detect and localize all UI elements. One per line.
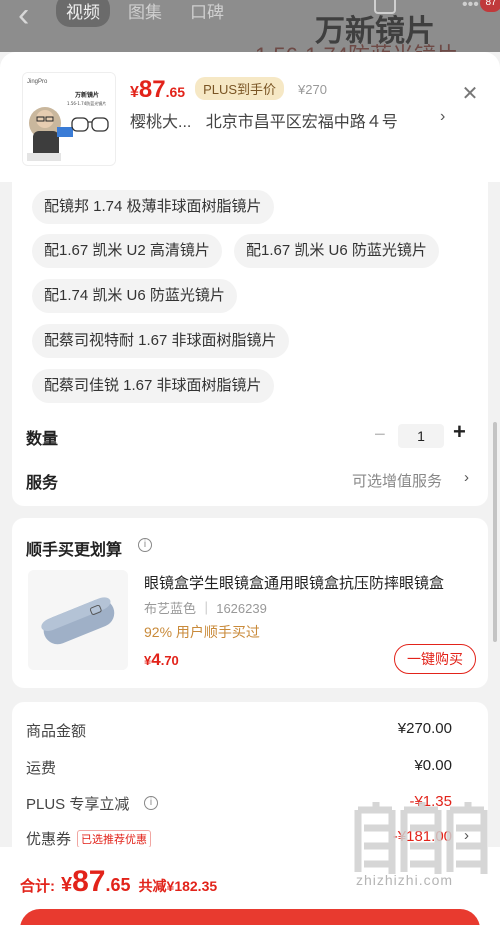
watermark-logo [354, 802, 488, 874]
quantity-label: 数量 [26, 431, 59, 448]
addon-title: 顺手买更划算 [26, 542, 123, 559]
spec-option[interactable]: 配1.74 凯米 U6 防蓝光镜片 [32, 279, 237, 313]
info-icon[interactable]: i [138, 538, 152, 552]
addon-price-decimal: .70 [160, 653, 179, 668]
service-chevron-icon[interactable]: › [464, 469, 469, 486]
goods-amount-value: ¥270.00 [397, 720, 452, 737]
thumb-subtitle: 1.56-1.74防蓝光镜片 [67, 100, 106, 106]
price-row: ¥ 87 .65 PLUS到手价 ¥270 [130, 76, 327, 104]
address-text: 北京市昌平区宏福中路４号 [205, 114, 398, 131]
plus-price-tag: PLUS到手价 [195, 77, 285, 100]
addon-card: 顺手买更划算 i 眼镜盒学生眼镜盒通用眼镜盒抗压防摔眼镜盒 布艺蓝色 ｜ 162… [12, 518, 488, 688]
spec-option[interactable]: 配1.67 凯米 U2 高清镜片 [32, 234, 222, 268]
service-value[interactable]: 可选增值服务 [352, 470, 442, 491]
shop-name: 樱桃大... [130, 114, 192, 131]
price-decimal: .65 [165, 84, 186, 100]
total-decimal: .65 [105, 875, 131, 895]
price-symbol: ¥ [130, 84, 139, 101]
cart-badge: 87 [480, 0, 500, 12]
scrollbar[interactable] [493, 422, 497, 642]
addon-product-name[interactable]: 眼镜盒学生眼镜盒通用眼镜盒抗压防摔眼镜盒 [144, 572, 474, 593]
one-click-buy-button[interactable]: 一键购买 [394, 644, 476, 674]
back-chevron-icon[interactable]: ‹ [18, 0, 29, 35]
tab-video[interactable]: 视频 [56, 0, 110, 27]
glasses-product-image: JingPro 万新镜片 1.56-1.74防蓝光镜片 [23, 73, 115, 165]
spec-option[interactable]: 配1.67 凯米 U6 防蓝光镜片 [234, 234, 439, 268]
media-tabs: 视频 图集 口碑 [56, 0, 234, 27]
shipping-label: 运费 [26, 760, 57, 777]
delivery-address[interactable]: 樱桃大... 北京市昌平区宏福中路４号 [130, 108, 398, 132]
quantity-input[interactable]: 1 [398, 424, 444, 448]
quantity-minus-button[interactable]: − [374, 424, 386, 447]
addon-spec: 布艺蓝色 ｜ 1626239 [144, 601, 267, 616]
close-icon[interactable]: ✕ [456, 80, 484, 108]
spec-options-card: 配镜邦 1.74 极薄非球面树脂镜片 配1.67 凯米 U2 高清镜片 配1.6… [12, 182, 488, 506]
total-integer: 87 [72, 865, 106, 898]
total-saved: 共减¥182.35 [138, 878, 218, 894]
total-symbol: ¥ [61, 874, 73, 896]
coupon-label: 优惠券 [26, 831, 72, 848]
coupon-row[interactable]: 优惠券 已选推荐优惠 [26, 828, 152, 849]
info-icon[interactable]: i [144, 796, 158, 810]
spec-option[interactable]: 配镜邦 1.74 极薄非球面树脂镜片 [32, 190, 274, 224]
spec-option[interactable]: 配蔡司视特耐 1.67 非球面树脂镜片 [32, 324, 289, 358]
product-thumbnail[interactable]: JingPro 万新镜片 1.56-1.74防蓝光镜片 [22, 72, 116, 166]
addon-product-image[interactable] [28, 570, 128, 670]
total-price: 合计: ¥ 87 .65 共减¥182.35 [20, 865, 217, 899]
goods-amount-label: 商品金额 [26, 723, 87, 740]
quantity-plus-button[interactable]: + [453, 419, 466, 445]
product-header: JingPro 万新镜片 1.56-1.74防蓝光镜片 ¥ 87 .65 PLU… [0, 52, 500, 182]
addon-promo: 92% 用户顺手买过 [144, 624, 260, 640]
addon-price: ¥4.70 [144, 650, 179, 670]
thumb-brand: JingPro [27, 79, 48, 85]
spec-option[interactable]: 配蔡司佳锐 1.67 非球面树脂镜片 [32, 369, 274, 403]
original-price: ¥270 [298, 82, 327, 97]
banner-subtitle: 1.56-1.74防蓝光镜片 [255, 38, 458, 52]
shipping-value: ¥0.00 [414, 757, 452, 774]
tab-gallery[interactable]: 图集 [118, 0, 172, 27]
glasses-case-icon [28, 570, 128, 670]
total-label: 合计: [20, 878, 55, 895]
plus-discount-label: PLUS 专享立减 [26, 796, 130, 813]
service-label: 服务 [26, 475, 59, 492]
address-chevron-icon[interactable]: › [440, 108, 445, 126]
checkout-button[interactable] [20, 909, 480, 925]
coupon-recommended-tag: 已选推荐优惠 [77, 830, 152, 848]
watermark-text: zhizhizhi.com [356, 872, 454, 888]
thumb-title: 万新镜片 [74, 91, 99, 99]
more-dots-icon[interactable]: ••• [462, 0, 479, 14]
background-page-header: ‹ 视频 图集 口碑 ••• 87 万新镜片 1.56-1.74防蓝光镜片 [0, 0, 500, 52]
price-integer: 87 [138, 76, 166, 103]
tab-reviews[interactable]: 口碑 [180, 0, 234, 27]
addon-price-integer: 4 [151, 650, 161, 669]
